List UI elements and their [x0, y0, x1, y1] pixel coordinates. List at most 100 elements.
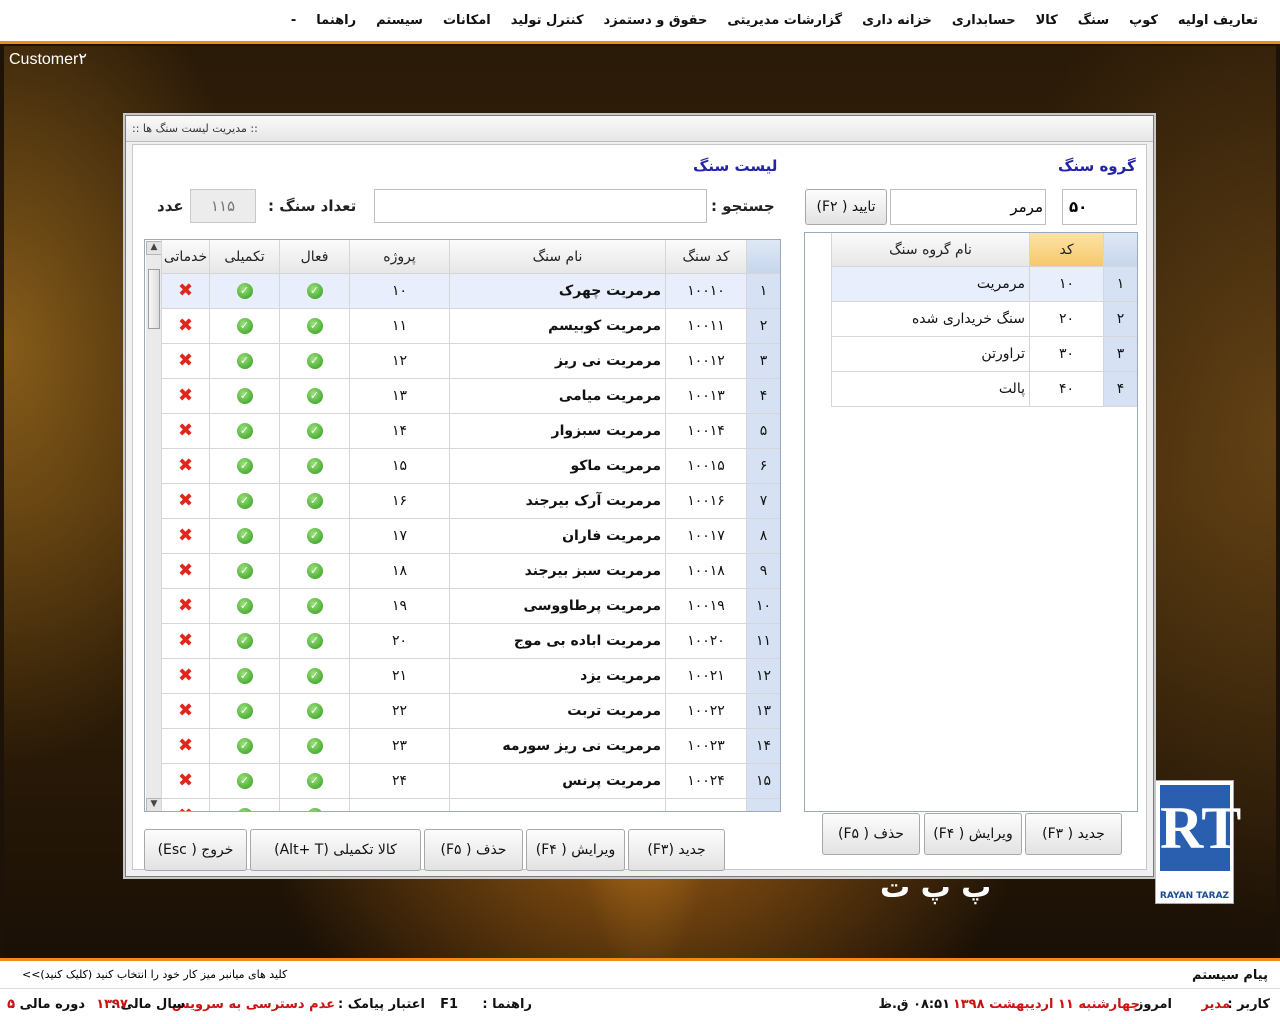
menu-item-stone[interactable]: سنگ [1068, 13, 1119, 28]
group-code-input[interactable]: ۵۰ [1062, 189, 1137, 225]
active-cell: ✓ [279, 659, 349, 693]
check-icon: ✓ [306, 633, 323, 649]
group-edit-button[interactable]: ویرایش ( F۴) [924, 813, 1022, 855]
table-row[interactable]: ۱۰ ۱۰۰۱۹ مرمریت پرطاووسی ۱۹ ✓ ✓ ✖ [161, 589, 780, 624]
supplementary-goods-button[interactable]: کالا تکمیلی (Alt+ T) [250, 829, 421, 871]
table-row[interactable]: ۶ ۱۰۰۱۵ مرمریت ماکو ۱۵ ✓ ✓ ✖ [161, 449, 780, 484]
stone-code-cell: ۱۰۰۱۷ [665, 519, 746, 553]
service-cell: ✖ [161, 624, 209, 658]
column-header[interactable]: تکمیلی [209, 240, 279, 273]
project-cell: ۱۰ [349, 274, 449, 308]
check-icon: ✓ [306, 738, 323, 754]
menu-item-dash[interactable]: - [281, 13, 306, 28]
table-row[interactable]: ۹ ۱۰۰۱۸ مرمریت سبز بیرجند ۱۸ ✓ ✓ ✖ [161, 554, 780, 589]
status-bar: کاربر : مدیر امروز چهارشنبه ۱۱ اردیبهشت … [0, 988, 1280, 1024]
check-icon: ✓ [236, 528, 253, 544]
menu-item-management-reports[interactable]: گزارشات مدیریتی [717, 13, 852, 28]
active-cell: ✓ [279, 344, 349, 378]
project-cell: ۱۱ [349, 309, 449, 343]
check-icon: ✓ [236, 423, 253, 439]
table-row[interactable]: ۱ ۱۰۰۱۰ مرمریت چهرک ۱۰ ✓ ✓ ✖ [161, 274, 780, 309]
sms-credit-label: اعتبار پیامک : [338, 997, 425, 1012]
row-number: ۱۵ [746, 764, 780, 798]
column-header[interactable]: پروژه [349, 240, 449, 273]
menu-item-goods[interactable]: کالا [1026, 13, 1068, 28]
table-row[interactable]: ۴ ۴۰ پالت [831, 372, 1137, 407]
stone-list-title: لیست سنگ [693, 157, 778, 175]
group-confirm-button[interactable]: تایید ( F۲) [805, 189, 887, 225]
table-row[interactable]: ۱۶۱۰۰۲۵ ۲۵ ✓ ✓ ✖ [161, 799, 780, 811]
cross-icon: ✖ [177, 315, 194, 336]
group-name-input[interactable]: مرمر [890, 189, 1046, 225]
time-value: ۰۸:۵۱ ق.ظ [878, 997, 950, 1012]
table-row[interactable]: ۴ ۱۰۰۱۳ مرمریت میامی ۱۳ ✓ ✓ ✖ [161, 379, 780, 414]
stone-name-cell: مرمریت کوبیسم [449, 309, 665, 343]
stone-delete-button[interactable]: حذف ( F۵) [424, 829, 523, 871]
supp-cell: ✓ [209, 484, 279, 518]
column-header[interactable]: نام گروه سنگ [831, 233, 1029, 266]
search-input[interactable] [374, 189, 707, 223]
stone-list-scrollbar[interactable]: ▲ ▼ [146, 241, 162, 811]
cross-icon: ✖ [177, 595, 194, 616]
dialog-title: :: مدیریت لیست سنگ ها :: [126, 116, 1153, 142]
check-icon: ✓ [236, 773, 253, 789]
stone-name-cell: مرمریت نی ریز سورمه [449, 729, 665, 763]
check-icon: ✓ [306, 773, 323, 789]
active-cell: ✓ [279, 624, 349, 658]
table-row[interactable]: ۱ ۱۰ مرمریت [831, 267, 1137, 302]
service-cell: ✖ [161, 694, 209, 728]
menu-item-accounting[interactable]: حسابداری [942, 13, 1026, 28]
table-row[interactable]: ۱۱ ۱۰۰۲۰ مرمریت اباده بی موج ۲۰ ✓ ✓ ✖ [161, 624, 780, 659]
table-row[interactable]: ۳ ۱۰۰۱۲ مرمریت نی ریز ۱۲ ✓ ✓ ✖ [161, 344, 780, 379]
menu-item-tools[interactable]: امکانات [433, 13, 501, 28]
menu-item-production-control[interactable]: کنترل تولید [501, 13, 594, 28]
row-number: ۲ [1103, 302, 1137, 336]
menu-item-basic-definitions[interactable]: تعاریف اولیه [1168, 13, 1268, 28]
project-cell: ۱۸ [349, 554, 449, 588]
check-icon: ✓ [236, 598, 253, 614]
stone-new-button[interactable]: جدید (F۳) [628, 829, 725, 871]
scroll-down-icon[interactable]: ▼ [146, 798, 162, 811]
column-header[interactable]: فعال [279, 240, 349, 273]
group-delete-button[interactable]: حذف ( F۵) [822, 813, 920, 855]
stone-name-cell: مرمریت پرنس [449, 764, 665, 798]
row-header-corner[interactable] [1103, 233, 1137, 266]
menu-item-block[interactable]: کوپ [1119, 13, 1168, 28]
menu-item-help[interactable]: راهنما [306, 13, 366, 28]
stone-list-header-row: کد سنگ نام سنگ پروژه فعال تکمیلی خدماتی [161, 240, 780, 274]
table-row[interactable]: ۳ ۳۰ تراورتن [831, 337, 1137, 372]
table-row[interactable]: ۱۳ ۱۰۰۲۲ مرمریت تربت ۲۲ ✓ ✓ ✖ [161, 694, 780, 729]
stone-name-cell: مرمریت نی ریز [449, 344, 665, 378]
shortcut-hint-link[interactable]: <<(کلید های میانبر میز کار خود را انتخاب… [22, 968, 287, 981]
stone-code-cell: ۱۰۰۱۴ [665, 414, 746, 448]
table-row[interactable]: ۲ ۲۰ سنگ خریداری شده [831, 302, 1137, 337]
column-header[interactable]: خدماتی [161, 240, 209, 273]
check-icon: ✓ [236, 563, 253, 579]
row-header-corner[interactable] [746, 240, 780, 273]
scroll-up-icon[interactable]: ▲ [146, 241, 162, 255]
project-cell: ۲۲ [349, 694, 449, 728]
column-header[interactable]: کد سنگ [665, 240, 746, 273]
table-row[interactable]: ۷ ۱۰۰۱۶ مرمریت آرک بیرجند ۱۶ ✓ ✓ ✖ [161, 484, 780, 519]
exit-button[interactable]: خروج ( Esc) [144, 829, 247, 871]
column-header[interactable]: نام سنگ [449, 240, 665, 273]
check-icon: ✓ [236, 633, 253, 649]
table-row[interactable]: ۱۴ ۱۰۰۲۳ مرمریت نی ریز سورمه ۲۳ ✓ ✓ ✖ [161, 729, 780, 764]
table-row[interactable]: ۲ ۱۰۰۱۱ مرمریت کوبیسم ۱۱ ✓ ✓ ✖ [161, 309, 780, 344]
cross-icon: ✖ [177, 350, 194, 371]
stone-edit-button[interactable]: ویرایش ( F۴) [526, 829, 625, 871]
table-row[interactable]: ۸ ۱۰۰۱۷ مرمریت فاران ۱۷ ✓ ✓ ✖ [161, 519, 780, 554]
table-row[interactable]: ۱۲ ۱۰۰۲۱ مرمریت یزد ۲۱ ✓ ✓ ✖ [161, 659, 780, 694]
group-new-button[interactable]: جدید ( F۳) [1025, 813, 1122, 855]
scroll-thumb[interactable] [148, 269, 160, 329]
table-row[interactable]: ۵ ۱۰۰۱۴ مرمریت سبزوار ۱۴ ✓ ✓ ✖ [161, 414, 780, 449]
active-cell: ✓ [279, 764, 349, 798]
check-icon: ✓ [306, 703, 323, 719]
project-cell: ۱۶ [349, 484, 449, 518]
menu-item-treasury[interactable]: خزانه داری [852, 13, 942, 28]
menu-item-payroll[interactable]: حقوق و دستمزد [594, 13, 718, 28]
column-header[interactable]: کد [1029, 233, 1103, 266]
row-number: ۹ [746, 554, 780, 588]
table-row[interactable]: ۱۵ ۱۰۰۲۴ مرمریت پرنس ۲۴ ✓ ✓ ✖ [161, 764, 780, 799]
menu-item-system[interactable]: سیستم [366, 13, 433, 28]
